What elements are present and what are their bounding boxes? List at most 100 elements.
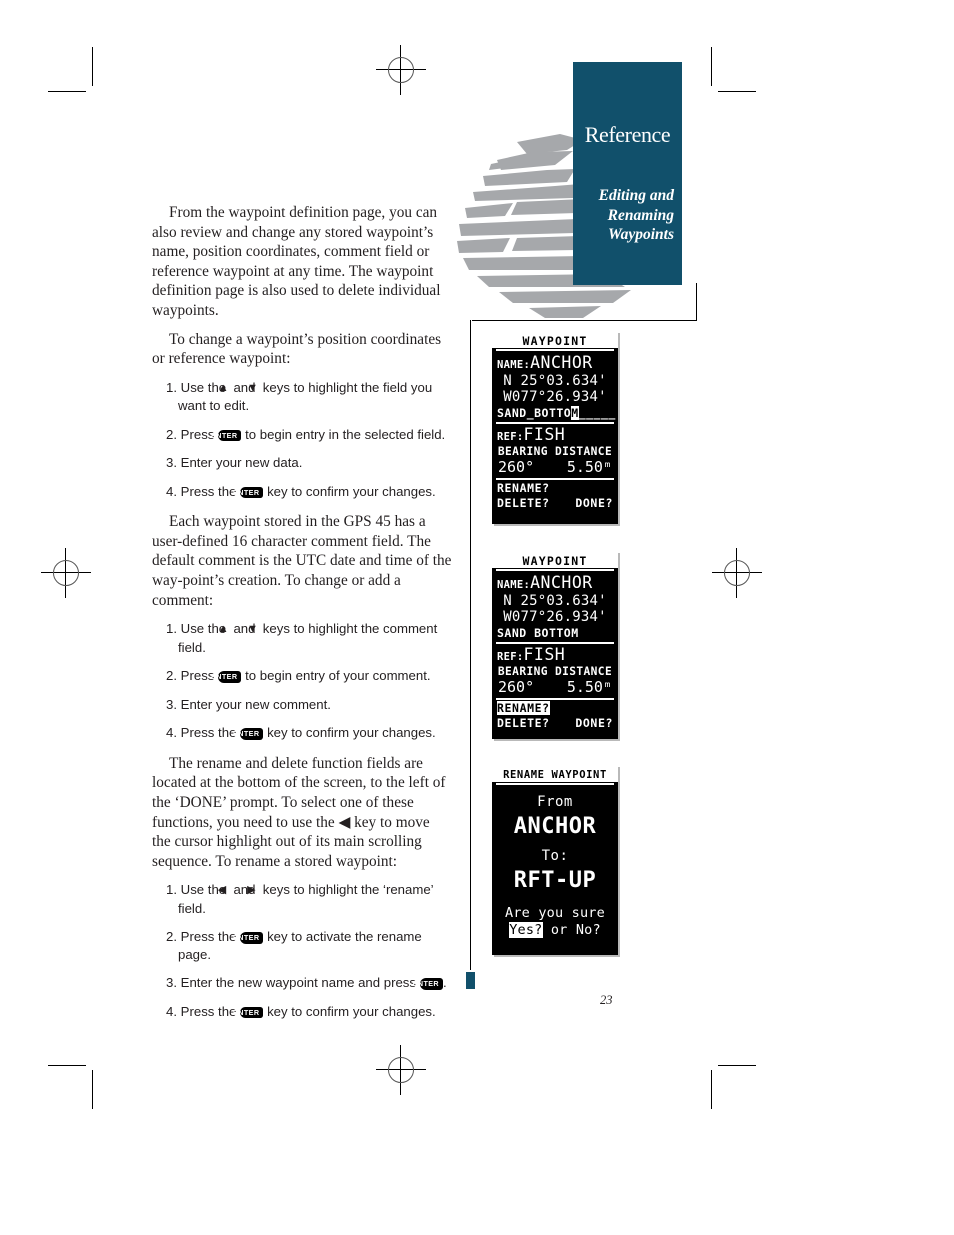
step-number: 3. xyxy=(166,455,181,471)
gps1-name-row: NAME: ANCHOR xyxy=(492,351,618,372)
paragraph-3: Each waypoint stored in the GPS 45 has a… xyxy=(152,513,452,609)
gps2-ref-row: REF: FISH xyxy=(492,644,618,664)
instruction-step: 1. Use the ▲ and ▼ keys to highlight the… xyxy=(166,621,438,655)
step-text: key to confirm your changes. xyxy=(263,483,436,499)
gps1-footer-row: DELETE? DONE? xyxy=(492,495,618,510)
step-text: Press the xyxy=(180,483,241,499)
paragraph-4: The rename and delete function fields ar… xyxy=(152,754,446,870)
step-list-1: 1. Use the ▲ and ▼ keys to highlight the… xyxy=(152,379,452,501)
gps2-footer-row: DELETE? DONE? xyxy=(492,715,618,730)
instruction-step: 1. Use the ▲ and ▼ keys to highlight the… xyxy=(166,379,433,414)
gps2-name-row: NAME: ANCHOR xyxy=(492,571,618,592)
gps1-comment-row: SAND_BOTTOM_____ xyxy=(492,405,618,420)
sidebar-rule-left xyxy=(470,320,471,970)
gps2-name-value: ANCHOR xyxy=(530,573,593,592)
chapter-title: Reference xyxy=(584,122,671,147)
paragraph-2: To change a waypoint’s position coordina… xyxy=(152,330,442,368)
step-number: 4. xyxy=(166,725,181,741)
gps1-delete-field[interactable]: DELETE? xyxy=(497,496,550,510)
gps1-name-value: ANCHOR xyxy=(530,353,593,372)
instruction-step: 3. Enter the new waypoint name and press… xyxy=(152,974,452,992)
step-text: to begin entry of your comment. xyxy=(241,668,431,684)
step-text: Enter your new data. xyxy=(180,455,303,471)
gps2-coords: N 25°03.634' W077°26.934' xyxy=(492,592,618,625)
step-number: 4. xyxy=(166,1003,181,1019)
gps2-rename-row: RENAME? xyxy=(492,700,618,715)
gps1-bearing-value: 260° xyxy=(498,458,535,476)
gps1-comment-typed: SAND_BOTTO xyxy=(497,406,572,420)
gps1-ref-row: REF: FISH xyxy=(492,424,618,444)
step-text: to begin entry in the selected field. xyxy=(241,426,446,442)
gps2-delete-field[interactable]: DELETE? xyxy=(497,716,550,730)
body-column: From the waypoint definition page, you c… xyxy=(152,203,452,1032)
gps3-confirm-prompt: Are you sure xyxy=(505,905,605,921)
chapter-band xyxy=(573,62,682,285)
gps2-rename-field[interactable]: RENAME? xyxy=(497,701,550,715)
gps2-title: WAYPOINT xyxy=(492,551,618,568)
gps-screen-waypoint-rename-highlighted: WAYPOINT NAME: ANCHOR N 25°03.634' W077°… xyxy=(492,551,618,739)
section-title-line2: Renaming xyxy=(607,206,674,224)
step-list-3: 1. Use the ◀ and ▶ keys to highlight the… xyxy=(152,881,452,1020)
gps1-latitude: N 25°03.634' xyxy=(503,373,607,389)
gps1-longitude: W077°26.934' xyxy=(503,389,607,405)
crop-mark-top-right-vertical xyxy=(711,47,712,86)
gps3-yes-button[interactable]: Yes? xyxy=(509,922,543,938)
gps1-ref-label: REF: xyxy=(497,431,524,443)
enter-key-icon: ENTER xyxy=(211,671,242,683)
gps2-bearing-distance-header: BEARING DISTANCE xyxy=(497,665,613,678)
gps3-yesno-row: Yes? or No? xyxy=(492,921,618,938)
instruction-step: 4. Press the ENTER key to confirm your c… xyxy=(152,724,452,742)
enter-key-icon: ENTER xyxy=(233,728,264,740)
gps2-ref-value: FISH xyxy=(523,645,566,664)
gps2-ref-label: REF: xyxy=(497,651,524,663)
gps1-ref-value: FISH xyxy=(523,425,566,444)
gps1-rename-field[interactable]: RENAME? xyxy=(497,481,550,495)
gps2-bearing-value: 260° xyxy=(498,678,535,696)
step-number: 3. xyxy=(166,696,181,712)
gps1-coords: N 25°03.634' W077°26.934' xyxy=(492,372,618,405)
instruction-step: 4. Press the ENTER key to confirm your c… xyxy=(152,1003,452,1021)
gps1-rename-row: RENAME? xyxy=(492,480,618,495)
gps-screen-waypoint-edit-comment: WAYPOINT NAME: ANCHOR N 25°03.634' W077°… xyxy=(492,331,618,524)
step-text: Enter your new comment. xyxy=(180,696,331,712)
gps3-no-button[interactable]: No? xyxy=(576,922,601,938)
crop-mark-bottom-left-horizontal xyxy=(48,1065,86,1066)
instruction-step: 4. Press the ENTER key to confirm your c… xyxy=(152,483,452,501)
gps3-to-value[interactable]: RFT-UP xyxy=(492,864,618,893)
gps2-done-field[interactable]: DONE? xyxy=(575,716,613,730)
gps2-bearing-distance-values: 260° 5.50ᵐ xyxy=(492,678,618,696)
instruction-step: 2. Press ENTER to begin entry in the sel… xyxy=(152,426,452,444)
gps3-title: RENAME WAYPOINT xyxy=(492,765,618,782)
page-marker-tab xyxy=(466,972,475,989)
enter-key-icon: ENTER xyxy=(233,932,264,944)
gps1-done-field[interactable]: DONE? xyxy=(575,496,613,510)
step-number: 4. xyxy=(166,483,181,499)
step-number: 2. xyxy=(166,929,181,945)
page-number: 23 xyxy=(600,993,613,1007)
enter-key-icon: ENTER xyxy=(413,978,444,990)
gps3-from-value: ANCHOR xyxy=(513,814,597,839)
gps2-latitude: N 25°03.634' xyxy=(503,593,607,609)
crop-mark-bottom-right-horizontal xyxy=(718,1065,756,1066)
section-title-line1: Editing and xyxy=(598,187,674,204)
enter-key-icon: ENTER xyxy=(233,1006,264,1019)
instruction-step: 1. Use the ◀ and ▶ keys to highlight the… xyxy=(166,882,434,916)
step-text: key to confirm your changes. xyxy=(263,1003,436,1019)
crop-mark-top-right-horizontal xyxy=(718,91,756,92)
gps2-comment: SAND BOTTOM xyxy=(497,626,579,640)
step-text: . xyxy=(443,975,447,991)
crop-mark-top-left-vertical xyxy=(92,47,93,86)
gps1-bearing-distance-header: BEARING DISTANCE xyxy=(497,445,613,458)
gps1-title: WAYPOINT xyxy=(492,331,618,348)
step-text: key to confirm your changes. xyxy=(263,725,436,741)
step-number: 2. xyxy=(166,426,181,442)
step-text: Press the xyxy=(180,1003,241,1019)
crop-mark-bottom-right-vertical xyxy=(711,1070,712,1109)
gps1-bearing-distance-values: 260° 5.50ᵐ xyxy=(492,458,618,476)
gps1-distance-value: 5.50ᵐ xyxy=(566,458,612,476)
step-text: Press the xyxy=(180,725,241,741)
instruction-step: 3. Enter your new data. xyxy=(152,454,452,472)
sidebar-rule-right xyxy=(696,283,697,321)
step-number: 3. xyxy=(166,975,181,991)
gps1-comment-rest: _____ xyxy=(578,406,616,420)
